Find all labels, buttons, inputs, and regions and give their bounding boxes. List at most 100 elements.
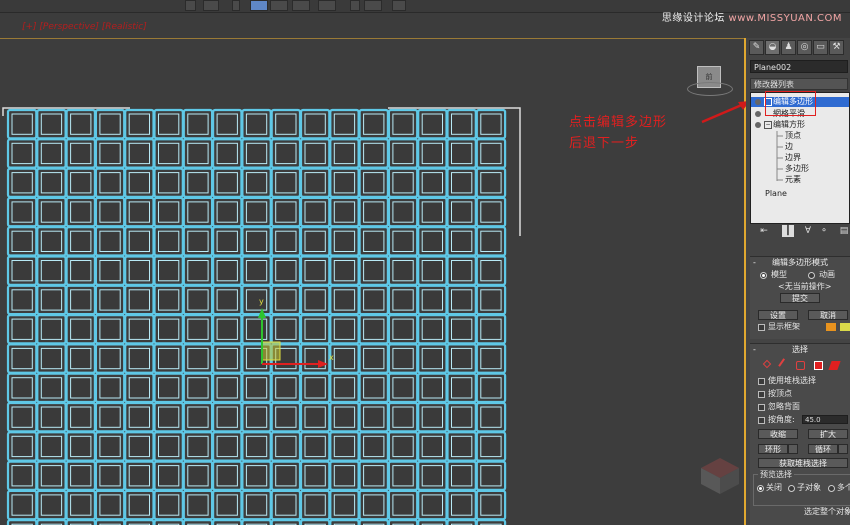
mesh-cell-inner: [128, 406, 150, 428]
toolbar-button[interactable]: [203, 0, 219, 11]
show-cage-label: 显示框架: [768, 322, 800, 331]
ring-button[interactable]: 环形: [758, 444, 788, 454]
mesh-cell-inner: [363, 289, 385, 311]
ignore-backfacing-checkbox[interactable]: [758, 404, 765, 411]
mesh-cell-inner: [70, 406, 92, 428]
make-unique-icon[interactable]: ∀: [802, 225, 814, 237]
remove-modifier-icon[interactable]: ⚬: [818, 225, 830, 237]
commit-button[interactable]: 提交: [780, 293, 820, 303]
configure-sets-icon[interactable]: ▤: [838, 225, 850, 237]
rollout-header[interactable]: - 编辑多边形模式: [750, 257, 850, 269]
toolbar-button[interactable]: [232, 0, 240, 11]
annotation-line-2: 后退下一步: [569, 136, 640, 151]
mesh-cell-inner: [99, 201, 121, 223]
gizmo-x-label: x: [329, 353, 334, 362]
toolbar-button[interactable]: [292, 0, 310, 11]
display-tab-icon[interactable]: ▭: [813, 40, 828, 55]
mesh-cell-inner: [158, 142, 180, 165]
mesh-cell-inner: [40, 172, 63, 194]
shrink-button[interactable]: 收缩: [758, 429, 798, 439]
mesh-cell-inner: [187, 113, 209, 135]
mesh-cell-inner: [11, 260, 33, 282]
mesh-cell-inner: [70, 172, 92, 194]
mesh-cell-inner: [304, 230, 326, 252]
grow-button[interactable]: 扩大: [808, 429, 848, 439]
mesh-cell-inner: [128, 347, 150, 370]
mesh-cell-inner: [392, 142, 414, 165]
mesh-cell-inner: [363, 435, 385, 458]
show-end-result-icon[interactable]: ┃: [782, 225, 794, 237]
ring-spinner[interactable]: [788, 444, 798, 454]
mesh-cell-inner: [40, 201, 63, 223]
loop-spinner[interactable]: [838, 444, 848, 454]
mesh-cell-inner: [451, 142, 473, 165]
preview-subobject-radio[interactable]: [788, 485, 795, 492]
mesh-cell-inner: [421, 289, 444, 311]
get-stack-selection-button[interactable]: 获取堆栈选择: [758, 458, 848, 468]
mesh-cell-inner: [70, 465, 92, 487]
object-name-field[interactable]: Plane002: [750, 60, 848, 73]
settings-button[interactable]: 设置: [758, 310, 798, 320]
mesh-cell-inner: [128, 494, 150, 516]
toolbar-button[interactable]: [185, 0, 196, 11]
cage-color-swatch[interactable]: [826, 323, 836, 331]
vertex-mode-icon[interactable]: [762, 359, 772, 369]
mesh-cell-inner: [392, 289, 414, 311]
mesh-cell-inner: [128, 172, 150, 194]
utilities-tab-icon[interactable]: ⚒: [829, 40, 844, 55]
mesh-cell-inner: [421, 230, 444, 252]
preview-multi-radio[interactable]: [828, 485, 835, 492]
animate-radio[interactable]: [808, 272, 815, 279]
toolbar-button[interactable]: [318, 0, 336, 11]
mesh-cell-inner: [480, 142, 502, 165]
mesh-cell-inner: [40, 377, 63, 399]
mesh-cell-inner: [128, 142, 150, 165]
mesh-cell-inner: [11, 172, 33, 194]
mesh-cell-inner: [70, 142, 92, 165]
create-tab-icon[interactable]: ✎: [749, 40, 764, 55]
toolbar-button[interactable]: [392, 0, 406, 11]
mesh-cell-inner: [11, 230, 33, 252]
toolbar-button[interactable]: [350, 0, 360, 11]
mesh-cell-inner: [158, 435, 180, 458]
element-mode-icon[interactable]: [828, 361, 841, 370]
show-cage-checkbox[interactable]: [758, 324, 765, 331]
edge-mode-icon[interactable]: [778, 358, 791, 371]
toolbar-button[interactable]: [270, 0, 288, 11]
command-panel-tabs: ✎ ◒ ♟ ◎ ▭ ⚒: [749, 40, 850, 56]
watermark-logo-icon: [701, 458, 739, 494]
model-radio[interactable]: [760, 272, 767, 279]
by-angle-checkbox[interactable]: [758, 417, 765, 424]
toolbar-button[interactable]: [364, 0, 382, 11]
preview-off-label: 关闭: [766, 483, 782, 492]
selected-cage-color-swatch[interactable]: [840, 323, 850, 331]
preview-off-radio[interactable]: [757, 485, 764, 492]
border-mode-icon[interactable]: [796, 361, 805, 370]
viewcube-compass[interactable]: [687, 82, 733, 96]
hierarchy-tab-icon[interactable]: ♟: [781, 40, 796, 55]
modifier-list-dropdown[interactable]: 修改器列表: [750, 78, 848, 90]
modify-tab-icon[interactable]: ◒: [765, 40, 780, 55]
mesh-cell-inner: [451, 201, 473, 223]
mesh-cell-inner: [158, 260, 180, 282]
watermark-site: www.MISSYUAN.COM: [728, 13, 842, 24]
pin-stack-icon[interactable]: ⇤: [758, 225, 770, 237]
use-stack-selection-checkbox[interactable]: [758, 378, 765, 385]
stack-toolbar: ⇤ ┃ ∀ ⚬ ▤: [746, 224, 850, 240]
by-vertex-checkbox[interactable]: [758, 391, 765, 398]
viewport-label[interactable]: [+] [Perspective] [Realistic]: [22, 22, 147, 32]
mesh-cell-inner: [304, 318, 326, 340]
rollout-header[interactable]: - 选择: [750, 344, 850, 356]
angle-spinner[interactable]: 45.0: [802, 415, 848, 424]
mesh-cell-inner: [304, 172, 326, 194]
loop-button[interactable]: 循环: [808, 444, 838, 454]
mesh-cell-inner: [158, 230, 180, 252]
mesh-cell-inner: [333, 406, 356, 428]
mesh-cell-inner: [421, 172, 444, 194]
select-and-move-button[interactable]: [250, 0, 268, 11]
watermark: 思缘设计论坛 www.MISSYUAN.COM: [662, 9, 842, 24]
mesh-cell-inner: [421, 494, 444, 516]
cancel-button[interactable]: 取消: [808, 310, 848, 320]
motion-tab-icon[interactable]: ◎: [797, 40, 812, 55]
polygon-mode-icon[interactable]: [814, 361, 823, 370]
